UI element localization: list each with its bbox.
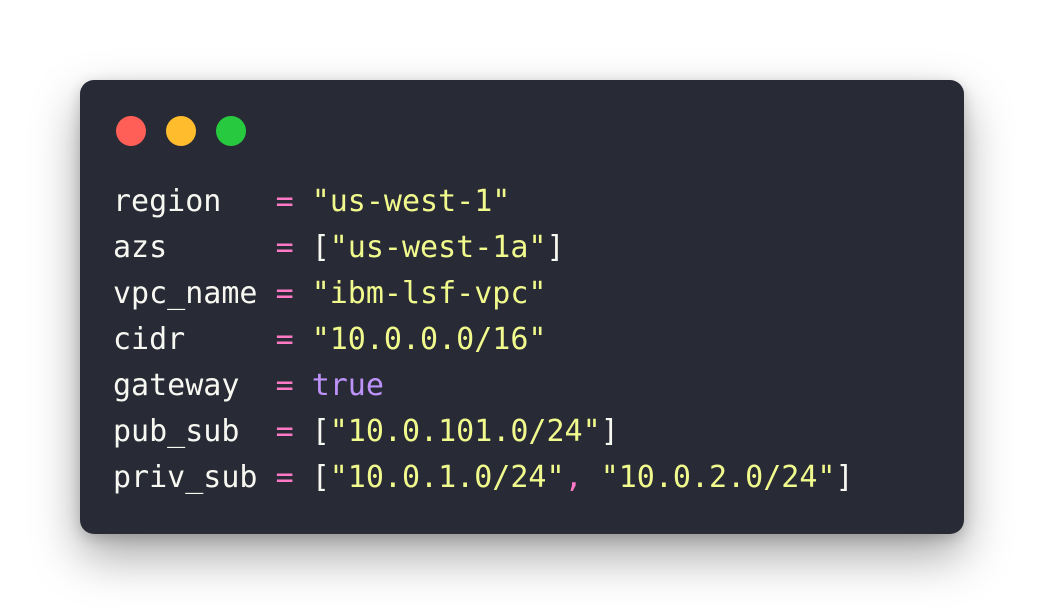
code-key: region bbox=[113, 184, 258, 219]
traffic-lights bbox=[116, 116, 246, 146]
code-string: "10.0.101.0/24" bbox=[329, 414, 601, 449]
code-bracket-open: [ bbox=[311, 414, 330, 449]
code-boolean: true bbox=[311, 368, 384, 403]
code-block: region = "us-west-1" azs = ["us-west-1a"]… bbox=[113, 179, 854, 501]
minimize-dot-icon[interactable] bbox=[166, 116, 196, 146]
code-key: pub_sub bbox=[113, 414, 258, 449]
code-bracket-open: [ bbox=[311, 230, 330, 265]
code-operator: = bbox=[275, 322, 294, 357]
code-string: "us-west-1a" bbox=[329, 230, 547, 265]
code-operator: = bbox=[275, 414, 294, 449]
code-line-pub-sub: pub_sub = ["10.0.101.0/24"] bbox=[113, 409, 854, 455]
code-bracket-close: ] bbox=[546, 230, 565, 265]
code-operator: = bbox=[275, 276, 294, 311]
close-dot-icon[interactable] bbox=[116, 116, 146, 146]
code-bracket-open: [ bbox=[311, 460, 330, 495]
code-window: region = "us-west-1" azs = ["us-west-1a"]… bbox=[80, 80, 964, 534]
maximize-dot-icon[interactable] bbox=[216, 116, 246, 146]
code-key: gateway bbox=[113, 368, 258, 403]
code-line-priv-sub: priv_sub = ["10.0.1.0/24", "10.0.2.0/24"… bbox=[113, 455, 854, 501]
code-separator: , bbox=[564, 460, 583, 495]
code-string: "10.0.1.0/24" bbox=[329, 460, 565, 495]
code-operator: = bbox=[275, 230, 294, 265]
code-line-cidr: cidr = "10.0.0.0/16" bbox=[113, 317, 854, 363]
code-operator: = bbox=[275, 368, 294, 403]
code-line-gateway: gateway = true bbox=[113, 363, 854, 409]
code-operator: = bbox=[275, 460, 294, 495]
code-line-azs: azs = ["us-west-1a"] bbox=[113, 225, 854, 271]
code-bracket-close: ] bbox=[600, 414, 619, 449]
code-line-region: region = "us-west-1" bbox=[113, 179, 854, 225]
code-string: "10.0.0.0/16" bbox=[311, 322, 547, 357]
code-key: cidr bbox=[113, 322, 258, 357]
code-bracket-close: ] bbox=[835, 460, 854, 495]
code-string: "10.0.2.0/24" bbox=[600, 460, 836, 495]
code-key: priv_sub bbox=[113, 460, 258, 495]
code-string: "us-west-1" bbox=[311, 184, 511, 219]
code-key: azs bbox=[113, 230, 258, 265]
code-key: vpc_name bbox=[113, 276, 258, 311]
code-operator: = bbox=[275, 184, 294, 219]
code-string: "ibm-lsf-vpc" bbox=[311, 276, 547, 311]
code-line-vpc-name: vpc_name = "ibm-lsf-vpc" bbox=[113, 271, 854, 317]
